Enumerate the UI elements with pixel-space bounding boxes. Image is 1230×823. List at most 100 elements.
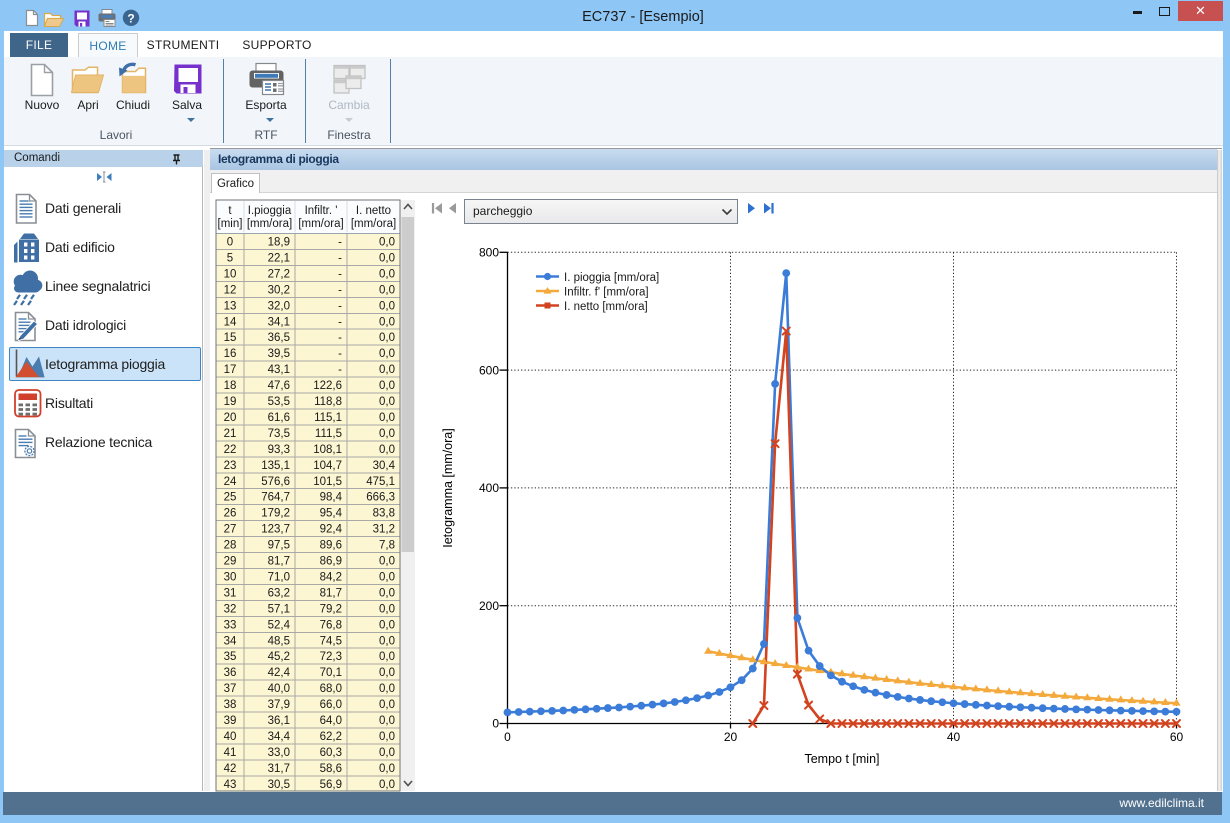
- svg-text:0,0: 0,0: [379, 651, 395, 663]
- svg-text:I. pioggia [mm/ora]: I. pioggia [mm/ora]: [564, 272, 659, 284]
- svg-text:42: 42: [224, 763, 237, 775]
- svg-text:0,0: 0,0: [379, 699, 395, 711]
- svg-text:26: 26: [224, 508, 237, 520]
- svg-text:41: 41: [224, 747, 237, 759]
- svg-text:58,6: 58,6: [320, 763, 342, 775]
- svg-text:666,3: 666,3: [366, 492, 395, 504]
- svg-text:84,2: 84,2: [320, 571, 342, 583]
- svg-text:42,4: 42,4: [268, 667, 291, 679]
- svg-text:40,0: 40,0: [268, 683, 290, 695]
- svg-text:0,0: 0,0: [379, 556, 395, 568]
- svg-text:0,0: 0,0: [379, 571, 395, 583]
- svg-text:22: 22: [224, 444, 237, 456]
- svg-text:[mm/ora]: [mm/ora]: [351, 218, 396, 230]
- svg-text:0: 0: [227, 237, 233, 249]
- svg-text:37: 37: [224, 683, 237, 695]
- svg-text:104,7: 104,7: [313, 460, 342, 472]
- svg-text:0,0: 0,0: [379, 268, 395, 280]
- svg-text:0,0: 0,0: [379, 603, 395, 615]
- svg-text:Tempo t [min]: Tempo t [min]: [804, 752, 879, 766]
- svg-text:79,2: 79,2: [320, 603, 342, 615]
- svg-text:10: 10: [224, 268, 237, 280]
- svg-text:-: -: [338, 237, 342, 249]
- svg-text:16: 16: [224, 348, 237, 360]
- svg-text:18,9: 18,9: [268, 237, 290, 249]
- svg-text:0,0: 0,0: [379, 396, 395, 408]
- svg-text:95,4: 95,4: [320, 508, 343, 520]
- svg-text:45,2: 45,2: [268, 651, 290, 663]
- svg-text:12: 12: [224, 284, 237, 296]
- svg-text:I. netto: I. netto: [356, 205, 391, 217]
- svg-text:60: 60: [1170, 730, 1184, 744]
- svg-text:179,2: 179,2: [261, 508, 290, 520]
- svg-text:57,1: 57,1: [268, 603, 290, 615]
- svg-text:21: 21: [224, 428, 237, 440]
- svg-text:475,1: 475,1: [366, 476, 395, 488]
- svg-text:I.pioggia: I.pioggia: [248, 205, 292, 217]
- svg-text:0,0: 0,0: [379, 300, 395, 312]
- svg-text:0,0: 0,0: [379, 237, 395, 249]
- svg-text:5: 5: [227, 252, 233, 264]
- svg-text:92,4: 92,4: [320, 524, 343, 536]
- svg-text:97,5: 97,5: [268, 540, 290, 552]
- svg-text:19: 19: [224, 396, 237, 408]
- svg-text:29: 29: [224, 556, 237, 568]
- svg-text:31,2: 31,2: [373, 524, 395, 536]
- svg-text:86,9: 86,9: [320, 556, 342, 568]
- svg-text:0,0: 0,0: [379, 412, 395, 424]
- svg-text:0,0: 0,0: [379, 747, 395, 759]
- svg-text:30,5: 30,5: [268, 779, 290, 791]
- svg-text:31: 31: [224, 587, 237, 599]
- svg-text:0,0: 0,0: [379, 284, 395, 296]
- svg-text:0,0: 0,0: [379, 316, 395, 328]
- svg-text:30: 30: [224, 571, 237, 583]
- svg-text:73,5: 73,5: [268, 428, 290, 440]
- svg-text:30,4: 30,4: [373, 460, 396, 472]
- svg-text:[min]: [min]: [218, 218, 243, 230]
- svg-text:-: -: [338, 332, 342, 344]
- svg-text:20: 20: [224, 412, 237, 424]
- svg-text:[mm/ora]: [mm/ora]: [247, 218, 292, 230]
- svg-text:37,9: 37,9: [268, 699, 290, 711]
- svg-text:0,0: 0,0: [379, 380, 395, 392]
- svg-text:40: 40: [947, 730, 961, 744]
- svg-text:62,2: 62,2: [320, 731, 342, 743]
- svg-text:27,2: 27,2: [268, 268, 290, 280]
- svg-text:72,3: 72,3: [320, 651, 342, 663]
- svg-text:98,4: 98,4: [320, 492, 343, 504]
- svg-text:81,7: 81,7: [268, 556, 290, 568]
- svg-text:36,1: 36,1: [268, 715, 290, 727]
- svg-text:Infiltr. f' [mm/ora]: Infiltr. f' [mm/ora]: [564, 287, 649, 299]
- svg-text:-: -: [338, 268, 342, 280]
- svg-text:74,5: 74,5: [320, 635, 342, 647]
- svg-text:Ietogramma [mm/ora]: Ietogramma [mm/ora]: [441, 428, 455, 547]
- svg-text:61,6: 61,6: [268, 412, 290, 424]
- svg-text:0,0: 0,0: [379, 428, 395, 440]
- svg-text:764,7: 764,7: [261, 492, 290, 504]
- svg-text:0,0: 0,0: [379, 635, 395, 647]
- svg-text:15: 15: [224, 332, 237, 344]
- svg-text:31,7: 31,7: [268, 763, 290, 775]
- svg-text:0,0: 0,0: [379, 763, 395, 775]
- svg-text:23: 23: [224, 460, 237, 472]
- svg-text:70,1: 70,1: [320, 667, 342, 679]
- svg-text:[mm/ora]: [mm/ora]: [298, 218, 343, 230]
- svg-text:64,0: 64,0: [320, 715, 342, 727]
- svg-text:0,0: 0,0: [379, 364, 395, 376]
- svg-text:32,0: 32,0: [268, 300, 290, 312]
- svg-text:108,1: 108,1: [313, 444, 342, 456]
- svg-text:7,8: 7,8: [379, 540, 395, 552]
- svg-text:47,6: 47,6: [268, 380, 290, 392]
- svg-text:0,0: 0,0: [379, 587, 395, 599]
- svg-text:800: 800: [479, 246, 499, 260]
- svg-text:71,0: 71,0: [268, 571, 290, 583]
- svg-text:38: 38: [224, 699, 237, 711]
- svg-text:35: 35: [224, 651, 237, 663]
- svg-text:0,0: 0,0: [379, 683, 395, 695]
- svg-text:66,0: 66,0: [320, 699, 342, 711]
- svg-text:-: -: [338, 284, 342, 296]
- svg-text:24: 24: [224, 476, 237, 488]
- svg-text:576,6: 576,6: [261, 476, 290, 488]
- svg-text:39: 39: [224, 715, 237, 727]
- svg-text:33,0: 33,0: [268, 747, 290, 759]
